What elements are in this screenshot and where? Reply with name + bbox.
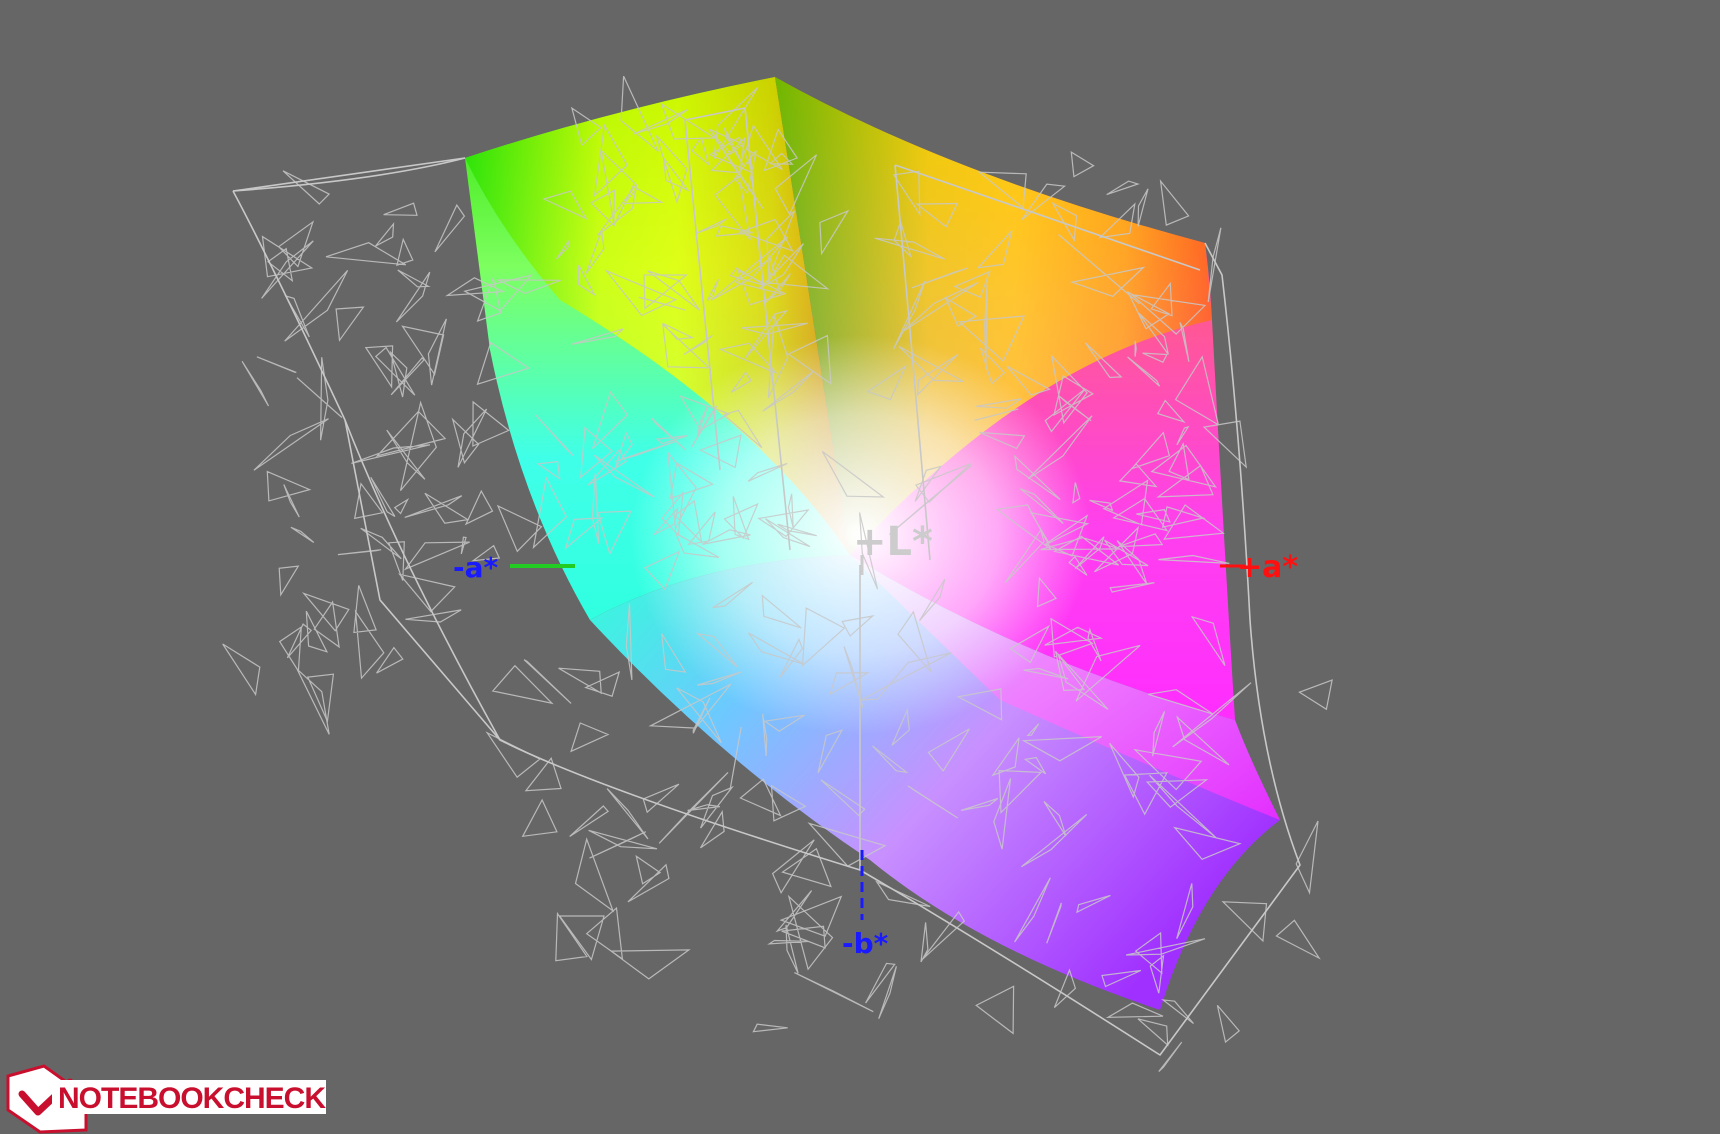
notebookcheck-logo: NOTEBOOKCHECK xyxy=(6,1064,327,1134)
gamut-diagram: +L* +a* -a* -b* NOTEBOOKCHECK xyxy=(6,75,1333,1134)
plus-a-axis-label: +a* xyxy=(1237,550,1298,585)
logo-text: NOTEBOOKCHECK xyxy=(58,1082,326,1115)
minus-b-axis-label: -b* xyxy=(842,927,889,960)
plus-l-axis-label: +L* xyxy=(853,519,933,565)
minus-a-axis-label: -a* xyxy=(453,551,499,584)
